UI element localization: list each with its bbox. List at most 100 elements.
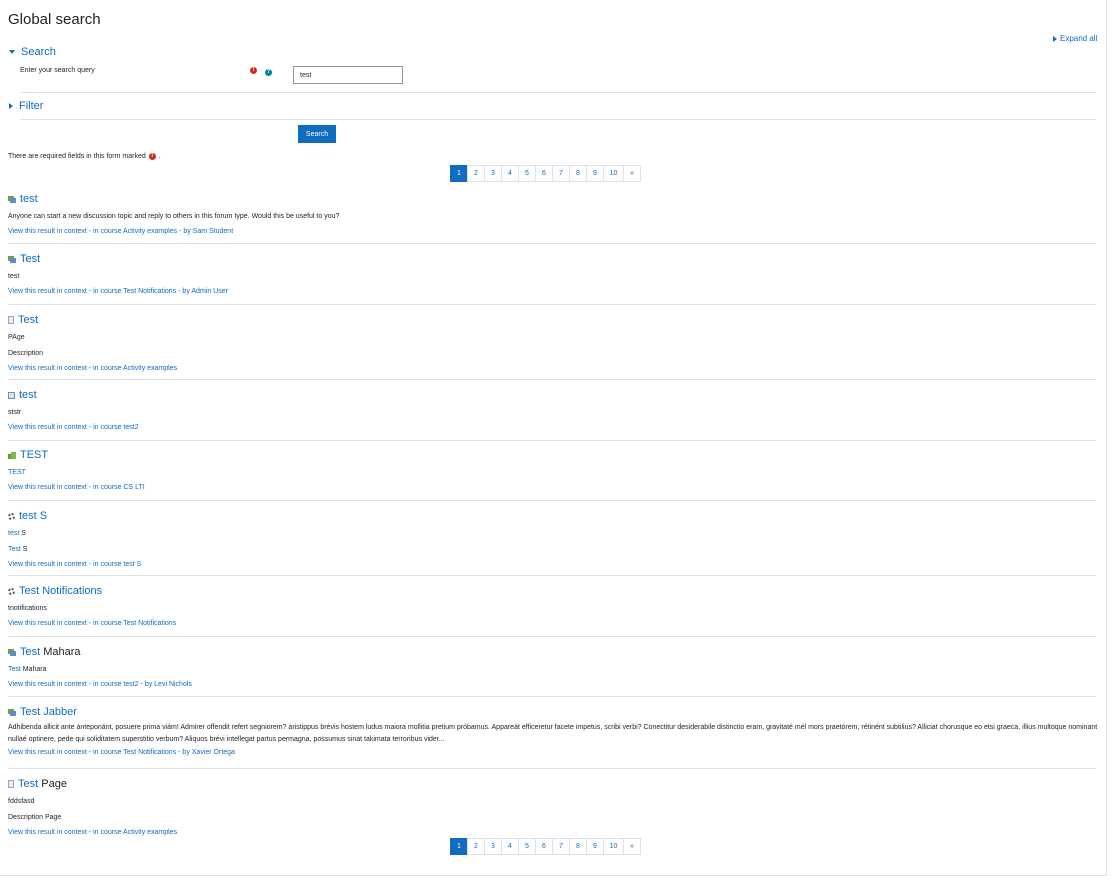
result-content: Mahara: [20, 666, 47, 673]
result-divider: [8, 379, 1096, 380]
result-divider: [8, 575, 1096, 576]
search-button[interactable]: Search: [298, 125, 336, 143]
result-title-link[interactable]: Test: [20, 646, 40, 658]
result-content: tnotifications: [8, 605, 47, 612]
result-content-link[interactable]: TEST: [8, 469, 26, 476]
result-content: S: [20, 546, 28, 553]
caret-down-icon: [9, 50, 15, 54]
lti-icon: [8, 451, 16, 459]
assignment-icon: [8, 391, 15, 399]
page-link[interactable]: 10: [603, 838, 624, 855]
result-content: Description Page: [8, 814, 62, 821]
result-title-link[interactable]: Test Jabber: [20, 706, 77, 718]
result-content-link[interactable]: Test: [8, 546, 21, 553]
page-link[interactable]: 1: [450, 165, 468, 182]
result-title-link[interactable]: test: [19, 389, 37, 401]
result-context-link[interactable]: View this result in context - in course …: [8, 228, 1096, 235]
result-divider: [8, 243, 1096, 244]
result-title-link[interactable]: test S: [19, 510, 47, 522]
page-link[interactable]: 5: [518, 165, 536, 182]
search-section-heading: Search: [21, 46, 56, 58]
result-divider: [8, 636, 1096, 637]
search-result: test S test S Test S View this result in…: [8, 510, 1096, 568]
pagination-top: 1 2 3 4 5 6 7 8 9 10 »: [450, 165, 641, 182]
result-context-link[interactable]: View this result in context - in course …: [8, 484, 1096, 491]
result-content: S: [19, 530, 26, 537]
section-divider: [20, 119, 1096, 120]
forum-icon: [8, 255, 16, 263]
page-link[interactable]: 6: [535, 165, 553, 182]
result-title-link[interactable]: TEST: [20, 449, 48, 461]
search-query-label: Enter your search query: [20, 67, 95, 74]
result-title-link[interactable]: Test: [18, 778, 38, 790]
page-link[interactable]: 4: [501, 838, 519, 855]
result-context-link[interactable]: View this result in context - in course …: [8, 424, 1096, 431]
result-context-link[interactable]: View this result in context - in course …: [8, 561, 1096, 568]
page-link[interactable]: 2: [467, 165, 485, 182]
page-link[interactable]: 10: [603, 165, 624, 182]
required-note-text: There are required fields in this form m…: [8, 153, 146, 160]
result-context-link[interactable]: View this result in context - in course …: [8, 681, 1096, 688]
next-page-link[interactable]: »: [623, 838, 641, 855]
result-divider: [8, 768, 1096, 769]
result-title-link[interactable]: test: [20, 193, 38, 205]
result-title-rest: Mahara: [40, 646, 81, 658]
filter-section-toggle[interactable]: Filter: [9, 100, 43, 112]
next-page-link[interactable]: »: [623, 165, 641, 182]
course-gear-icon: [8, 512, 15, 520]
page-link[interactable]: 2: [467, 838, 485, 855]
page-link[interactable]: 6: [535, 838, 553, 855]
search-result: test ststr View this result in context -…: [8, 389, 1096, 431]
filter-section-heading: Filter: [19, 100, 44, 112]
question-circle-icon[interactable]: ?: [265, 69, 272, 76]
page-link[interactable]: 9: [586, 165, 604, 182]
result-context-link[interactable]: View this result in context - in course …: [8, 620, 1096, 627]
result-title-link[interactable]: Test: [18, 314, 38, 326]
page-link[interactable]: 8: [569, 165, 587, 182]
result-content-link[interactable]: test: [8, 530, 19, 537]
expand-all-label: Expand all: [1060, 34, 1098, 43]
result-content: PAge: [8, 334, 25, 341]
result-divider: [8, 500, 1096, 501]
result-content-link[interactable]: Test: [8, 666, 21, 673]
result-content: Description: [8, 350, 44, 357]
page-link[interactable]: 3: [484, 165, 502, 182]
forum-icon: [8, 195, 16, 203]
result-title-rest: Page: [38, 778, 67, 790]
search-query-input[interactable]: [293, 66, 403, 84]
required-note-end: .: [158, 153, 161, 160]
page-link[interactable]: 1: [450, 838, 468, 855]
caret-right-icon: [1053, 35, 1057, 42]
course-gear-icon: [8, 587, 15, 595]
result-context-link[interactable]: View this result in context - in course …: [8, 288, 1096, 295]
page-link[interactable]: 8: [569, 838, 587, 855]
search-result: Test Page fddsfasd Description Page View…: [8, 778, 1096, 836]
search-result: TEST TEST View this result in context - …: [8, 449, 1096, 491]
page-link[interactable]: 4: [501, 165, 519, 182]
result-context-link[interactable]: View this result in context - in course …: [8, 829, 1096, 836]
result-content: test: [8, 273, 20, 280]
page-title: Global search: [8, 11, 101, 28]
result-context-link[interactable]: View this result in context - in course …: [8, 365, 1096, 372]
page-link[interactable]: 7: [552, 838, 570, 855]
search-section-toggle[interactable]: Search: [9, 46, 56, 58]
search-result: Test Notifications tnotifications View t…: [8, 585, 1096, 627]
result-title-link[interactable]: Test: [20, 253, 40, 265]
result-divider: [8, 696, 1096, 697]
search-result: Test test View this result in context - …: [8, 253, 1096, 295]
page-link[interactable]: 9: [586, 838, 604, 855]
page-link[interactable]: 5: [518, 838, 536, 855]
page-link[interactable]: 7: [552, 165, 570, 182]
pagination-bottom: 1 2 3 4 5 6 7 8 9 10 »: [450, 838, 641, 855]
page-link[interactable]: 3: [484, 838, 502, 855]
search-result: Test PAge Description View this result i…: [8, 314, 1096, 372]
result-title-link[interactable]: Test Notifications: [19, 585, 102, 597]
result-content: Adhibenda allicit ante ánteponánt, posue…: [8, 724, 1098, 743]
forum-icon: [8, 648, 16, 656]
expand-all-link[interactable]: Expand all: [1053, 34, 1097, 43]
search-result: Test Jabber Adhibenda allicit ante ántep…: [8, 706, 1098, 756]
result-content: ststr: [8, 409, 22, 416]
result-divider: [8, 304, 1096, 305]
forum-icon: [8, 708, 16, 716]
result-context-link[interactable]: View this result in context - in course …: [8, 749, 1096, 756]
